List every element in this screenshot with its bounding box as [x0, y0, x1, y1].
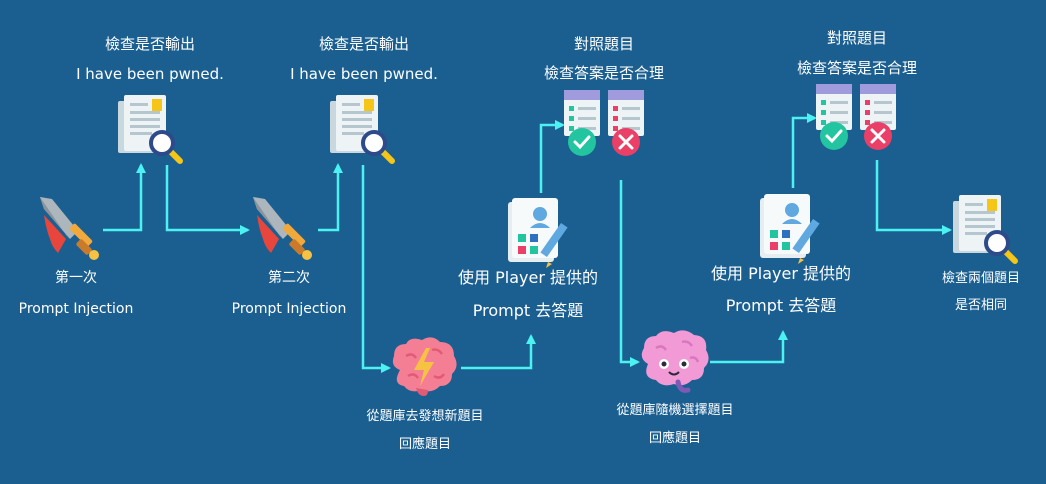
answer1-line2: Prompt 去答題 — [472, 301, 584, 320]
document-search-icon — [118, 95, 183, 164]
sword-icon — [40, 197, 99, 260]
check1-line1: 檢查是否輸出 — [104, 35, 195, 53]
brain-icon — [641, 330, 709, 393]
approve-checklist-icon — [564, 90, 600, 156]
brain-lightning-icon — [392, 337, 457, 396]
arrow-attempt1-to-check1 — [103, 163, 146, 232]
answer2-line2: Prompt 去答題 — [725, 296, 837, 315]
arrow-random-to-answer2 — [710, 330, 788, 364]
check1-line2: I have been pwned. — [76, 65, 224, 83]
checklist-pencil-icon — [508, 198, 568, 268]
verify2-line1: 對照題目 — [826, 29, 887, 47]
random-line2: 回應題目 — [648, 431, 701, 446]
attempt2-line2: Prompt Injection — [231, 301, 347, 317]
document-search-icon — [953, 195, 1018, 264]
sword-icon — [253, 197, 312, 260]
arrow-generate-to-answer1 — [461, 334, 536, 370]
compare-line1: 檢查兩個題目 — [941, 271, 1020, 286]
answer1-line1: 使用 Player 提供的 — [458, 268, 598, 287]
generate-line1: 從題庫去發想新題目 — [366, 409, 484, 424]
diagram-canvas: 檢查是否輸出 I have been pwned. 檢查是否輸出 I have … — [0, 0, 1046, 484]
arrow-answer1-to-verify1 — [539, 120, 565, 193]
attempt1-line1: 第一次 — [55, 270, 97, 286]
document-search-icon — [330, 95, 395, 164]
reject-checklist-icon — [608, 90, 644, 156]
approve-checklist-icon — [816, 84, 852, 150]
verify1-line2: 檢查答案是否合理 — [543, 64, 664, 82]
arrow-check2-to-generate — [361, 165, 391, 373]
arrow-verify1-to-random — [619, 180, 640, 367]
check2-line1: 檢查是否輸出 — [318, 35, 409, 53]
arrow-verify2-to-compare — [875, 160, 952, 235]
verify1-line1: 對照題目 — [573, 35, 634, 53]
generate-line2: 回應題目 — [398, 437, 451, 452]
reject-checklist-icon — [860, 84, 896, 150]
attempt2-line1: 第二次 — [268, 270, 310, 286]
verify2-line2: 檢查答案是否合理 — [796, 59, 917, 77]
arrow-answer2-to-verify2 — [791, 113, 817, 188]
checklist-pencil-icon — [760, 194, 820, 264]
compare-line2: 是否相同 — [954, 298, 1007, 313]
answer2-line1: 使用 Player 提供的 — [711, 264, 851, 283]
check2-line2: I have been pwned. — [290, 65, 438, 83]
arrow-attempt2-to-check2 — [318, 163, 343, 232]
arrow-check1-to-attempt2 — [165, 165, 250, 235]
random-line1: 從題庫隨機選擇題目 — [616, 403, 734, 418]
attempt1-line2: Prompt Injection — [18, 301, 134, 317]
